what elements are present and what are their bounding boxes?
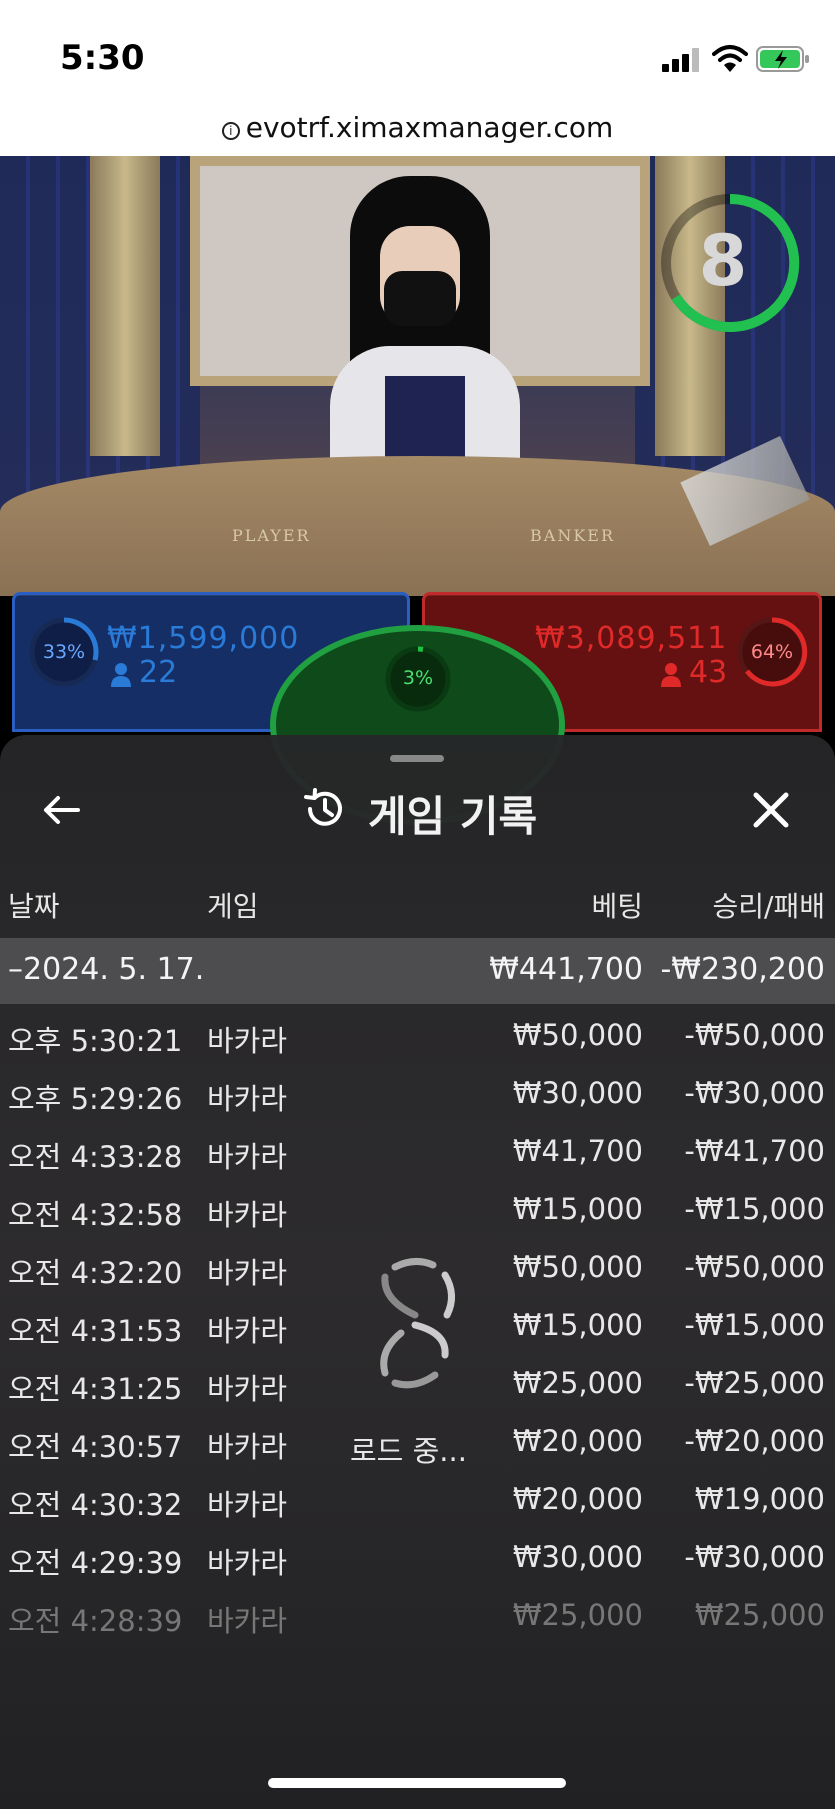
row-game: 바카라 xyxy=(207,1314,288,1348)
row-game: 바카라 xyxy=(207,1198,288,1232)
row-bet: ₩15,000 xyxy=(512,1308,643,1342)
history-row[interactable]: 오전 4:32:58 바카라 ₩15,000 -₩15,000 xyxy=(0,1178,835,1244)
tie-percent: 3% xyxy=(402,667,434,689)
row-game: 바카라 xyxy=(207,1082,288,1116)
status-bar: 5:30 xyxy=(0,0,835,100)
history-row[interactable]: 오전 4:29:39 바카라 ₩30,000 -₩30,000 xyxy=(0,1526,835,1592)
row-result: -₩20,000 xyxy=(684,1424,825,1458)
loading-spinner-icon xyxy=(380,1258,455,1389)
row-time: 오전 4:31:25 xyxy=(8,1372,183,1406)
row-game: 바카라 xyxy=(207,1430,288,1464)
history-row[interactable]: 오전 4:33:28 바카라 ₩41,700 -₩41,700 xyxy=(0,1120,835,1186)
row-bet: ₩20,000 xyxy=(512,1482,643,1516)
row-result: ₩25,000 xyxy=(694,1598,825,1632)
row-time: 오전 4:28:39 xyxy=(8,1604,183,1638)
row-time: 오전 4:30:32 xyxy=(8,1488,183,1522)
row-result: -₩30,000 xyxy=(684,1540,825,1574)
history-row[interactable]: 오전 4:30:32 바카라 ₩20,000 ₩19,000 xyxy=(0,1468,835,1534)
table-label-banker: BANKER xyxy=(530,526,615,545)
row-game: 바카라 xyxy=(207,1256,288,1290)
banker-bet-amount: ₩3,089,511 xyxy=(535,621,728,656)
row-bet: ₩30,000 xyxy=(512,1076,643,1110)
row-game: 바카라 xyxy=(207,1024,288,1058)
row-time: 오전 4:33:28 xyxy=(8,1140,183,1174)
date-group-bet-total: ₩441,700 xyxy=(489,952,643,987)
row-result: -₩50,000 xyxy=(684,1018,825,1052)
row-game: 바카라 xyxy=(207,1604,288,1638)
row-result: -₩50,000 xyxy=(684,1250,825,1284)
row-bet: ₩25,000 xyxy=(512,1366,643,1400)
row-time: 오전 4:30:57 xyxy=(8,1430,183,1464)
row-bet: ₩50,000 xyxy=(512,1250,643,1284)
address-bar[interactable]: i evotrf.ximaxmanager.com xyxy=(0,100,835,156)
row-result: -₩25,000 xyxy=(684,1366,825,1400)
banker-percent: 64% xyxy=(750,641,794,663)
history-row[interactable]: 오후 5:30:21 바카라 ₩50,000 -₩50,000 xyxy=(0,1004,835,1070)
player-bet-amount: ₩1,599,000 xyxy=(107,621,300,656)
player-percent: 33% xyxy=(42,641,86,663)
sheet-title: 게임 기록 xyxy=(368,792,538,841)
status-time: 5:30 xyxy=(60,38,145,78)
wifi-icon xyxy=(712,45,748,72)
battery-charging-icon xyxy=(756,46,809,72)
row-time: 오전 4:29:39 xyxy=(8,1546,183,1580)
banker-bettor-count: 43 xyxy=(689,655,728,690)
row-result: -₩41,700 xyxy=(684,1134,825,1168)
person-icon xyxy=(661,663,681,687)
dealer-mask xyxy=(384,271,456,326)
row-game: 바카라 xyxy=(207,1546,288,1580)
column-header-date: 날짜 xyxy=(8,890,60,923)
pillar-left xyxy=(90,156,160,456)
back-arrow-icon[interactable] xyxy=(38,785,88,835)
row-game: 바카라 xyxy=(207,1488,288,1522)
row-time: 오후 5:29:26 xyxy=(8,1082,183,1116)
history-icon xyxy=(304,788,342,826)
row-result: -₩15,000 xyxy=(684,1308,825,1342)
info-icon: i xyxy=(221,122,240,140)
url-text: evotrf.ximaxmanager.com xyxy=(245,111,614,144)
close-icon[interactable] xyxy=(746,785,796,835)
column-header-game: 게임 xyxy=(207,890,259,923)
column-header-bet: 베팅 xyxy=(591,890,643,923)
player-bettor-count: 22 xyxy=(139,655,178,690)
row-game: 바카라 xyxy=(207,1140,288,1174)
column-header-result: 승리/패배 xyxy=(712,890,825,923)
date-group-result-total: -₩230,200 xyxy=(660,952,825,987)
row-result: -₩30,000 xyxy=(684,1076,825,1110)
row-bet: ₩20,000 xyxy=(512,1424,643,1458)
date-group-row[interactable]: –2024. 5. 17. ₩441,700 -₩230,200 xyxy=(0,938,835,1004)
row-bet: ₩30,000 xyxy=(512,1540,643,1574)
history-row[interactable]: 오후 5:29:26 바카라 ₩30,000 -₩30,000 xyxy=(0,1062,835,1128)
row-time: 오전 4:31:53 xyxy=(8,1314,183,1348)
date-group-date: –2024. 5. 17. xyxy=(8,952,205,987)
sheet-grabber[interactable] xyxy=(390,755,444,762)
person-icon xyxy=(111,663,131,687)
row-time: 오전 4:32:20 xyxy=(8,1256,183,1290)
row-time: 오후 5:30:21 xyxy=(8,1024,183,1058)
table-label-player: PLAYER xyxy=(232,526,311,545)
row-bet: ₩50,000 xyxy=(512,1018,643,1052)
home-indicator[interactable] xyxy=(268,1778,566,1788)
row-result: -₩15,000 xyxy=(684,1192,825,1226)
history-row[interactable]: 오전 4:28:39 바카라 ₩25,000 ₩25,000 xyxy=(0,1584,835,1650)
loading-text: 로드 중... xyxy=(350,1434,467,1468)
row-result: ₩19,000 xyxy=(694,1482,825,1516)
row-bet: ₩41,700 xyxy=(512,1134,643,1168)
row-bet: ₩25,000 xyxy=(512,1598,643,1632)
row-game: 바카라 xyxy=(207,1372,288,1406)
row-bet: ₩15,000 xyxy=(512,1192,643,1226)
countdown-timer-value: 8 xyxy=(698,220,748,302)
row-time: 오전 4:32:58 xyxy=(8,1198,183,1232)
cellular-signal-icon xyxy=(662,48,699,72)
